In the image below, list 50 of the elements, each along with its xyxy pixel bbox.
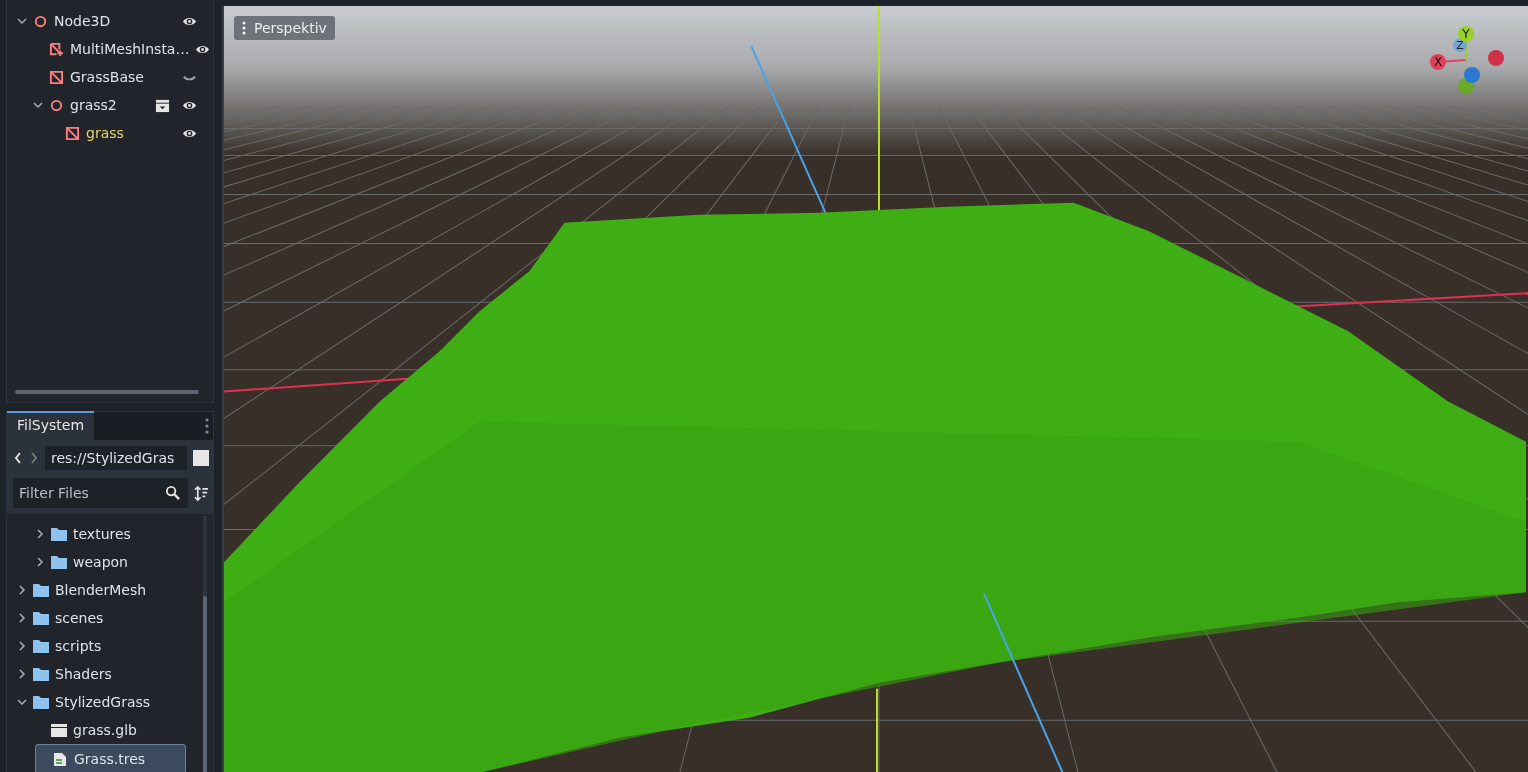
file-label[interactable]: StylizedGrass — [55, 694, 151, 710]
file-label[interactable]: grass.glb — [73, 722, 137, 738]
clapperboard-icon — [51, 723, 67, 737]
document-icon — [52, 752, 68, 766]
sort-icon[interactable] — [194, 485, 209, 501]
search-icon — [165, 485, 180, 500]
forward-icon[interactable] — [29, 451, 39, 465]
caret-icon[interactable] — [17, 613, 27, 623]
caret-icon[interactable] — [35, 529, 45, 539]
circle-node-icon — [49, 97, 64, 113]
node-label[interactable]: GrassBase — [70, 69, 144, 85]
node-label[interactable]: grass2 — [70, 97, 117, 113]
folder-icon — [33, 695, 49, 709]
file-label[interactable]: textures — [73, 526, 131, 542]
caret-icon[interactable] — [33, 100, 43, 110]
folder-icon — [33, 639, 49, 653]
filesystem-tab[interactable]: FilSystem — [7, 411, 95, 441]
back-icon[interactable] — [13, 451, 23, 465]
file-label[interactable]: weapon — [73, 554, 128, 570]
mesh-plus-icon — [49, 41, 64, 57]
clapperboard-icon[interactable] — [155, 97, 170, 113]
filter-field[interactable]: Filter Files — [13, 478, 188, 508]
folder-icon — [51, 555, 67, 569]
folder-icon — [33, 611, 49, 625]
caret-icon[interactable] — [17, 697, 27, 707]
scrollbar[interactable] — [203, 596, 207, 772]
kebab-menu-icon[interactable] — [205, 418, 209, 434]
circle-node-icon — [33, 13, 48, 29]
node-label[interactable]: MultiMeshInsta… — [70, 41, 190, 57]
scrollbar[interactable] — [15, 390, 199, 394]
file-label[interactable]: scenes — [55, 610, 104, 626]
kebab-menu-icon — [242, 21, 246, 35]
file-label[interactable]: Shaders — [55, 666, 112, 682]
axis-gizmo[interactable]: Z Y X — [1418, 20, 1518, 100]
perspective-menu-button[interactable]: Perspektiv — [234, 16, 335, 40]
mesh-icon — [49, 69, 64, 85]
caret-icon[interactable] — [17, 585, 27, 595]
folder-icon — [33, 583, 49, 597]
mesh-icon — [65, 125, 80, 141]
caret-icon[interactable] — [17, 16, 27, 26]
caret-icon[interactable] — [17, 669, 27, 679]
path-field[interactable]: res://StylizedGras — [45, 446, 187, 470]
folder-icon — [33, 667, 49, 681]
caret-icon[interactable] — [17, 641, 27, 651]
folder-icon — [51, 527, 67, 541]
caret-icon[interactable] — [35, 557, 45, 567]
file-label[interactable]: BlenderMesh — [55, 582, 147, 598]
node-label[interactable]: Node3D — [54, 13, 111, 29]
node-label[interactable]: grass — [86, 125, 124, 141]
file-label[interactable]: scripts — [55, 638, 102, 654]
